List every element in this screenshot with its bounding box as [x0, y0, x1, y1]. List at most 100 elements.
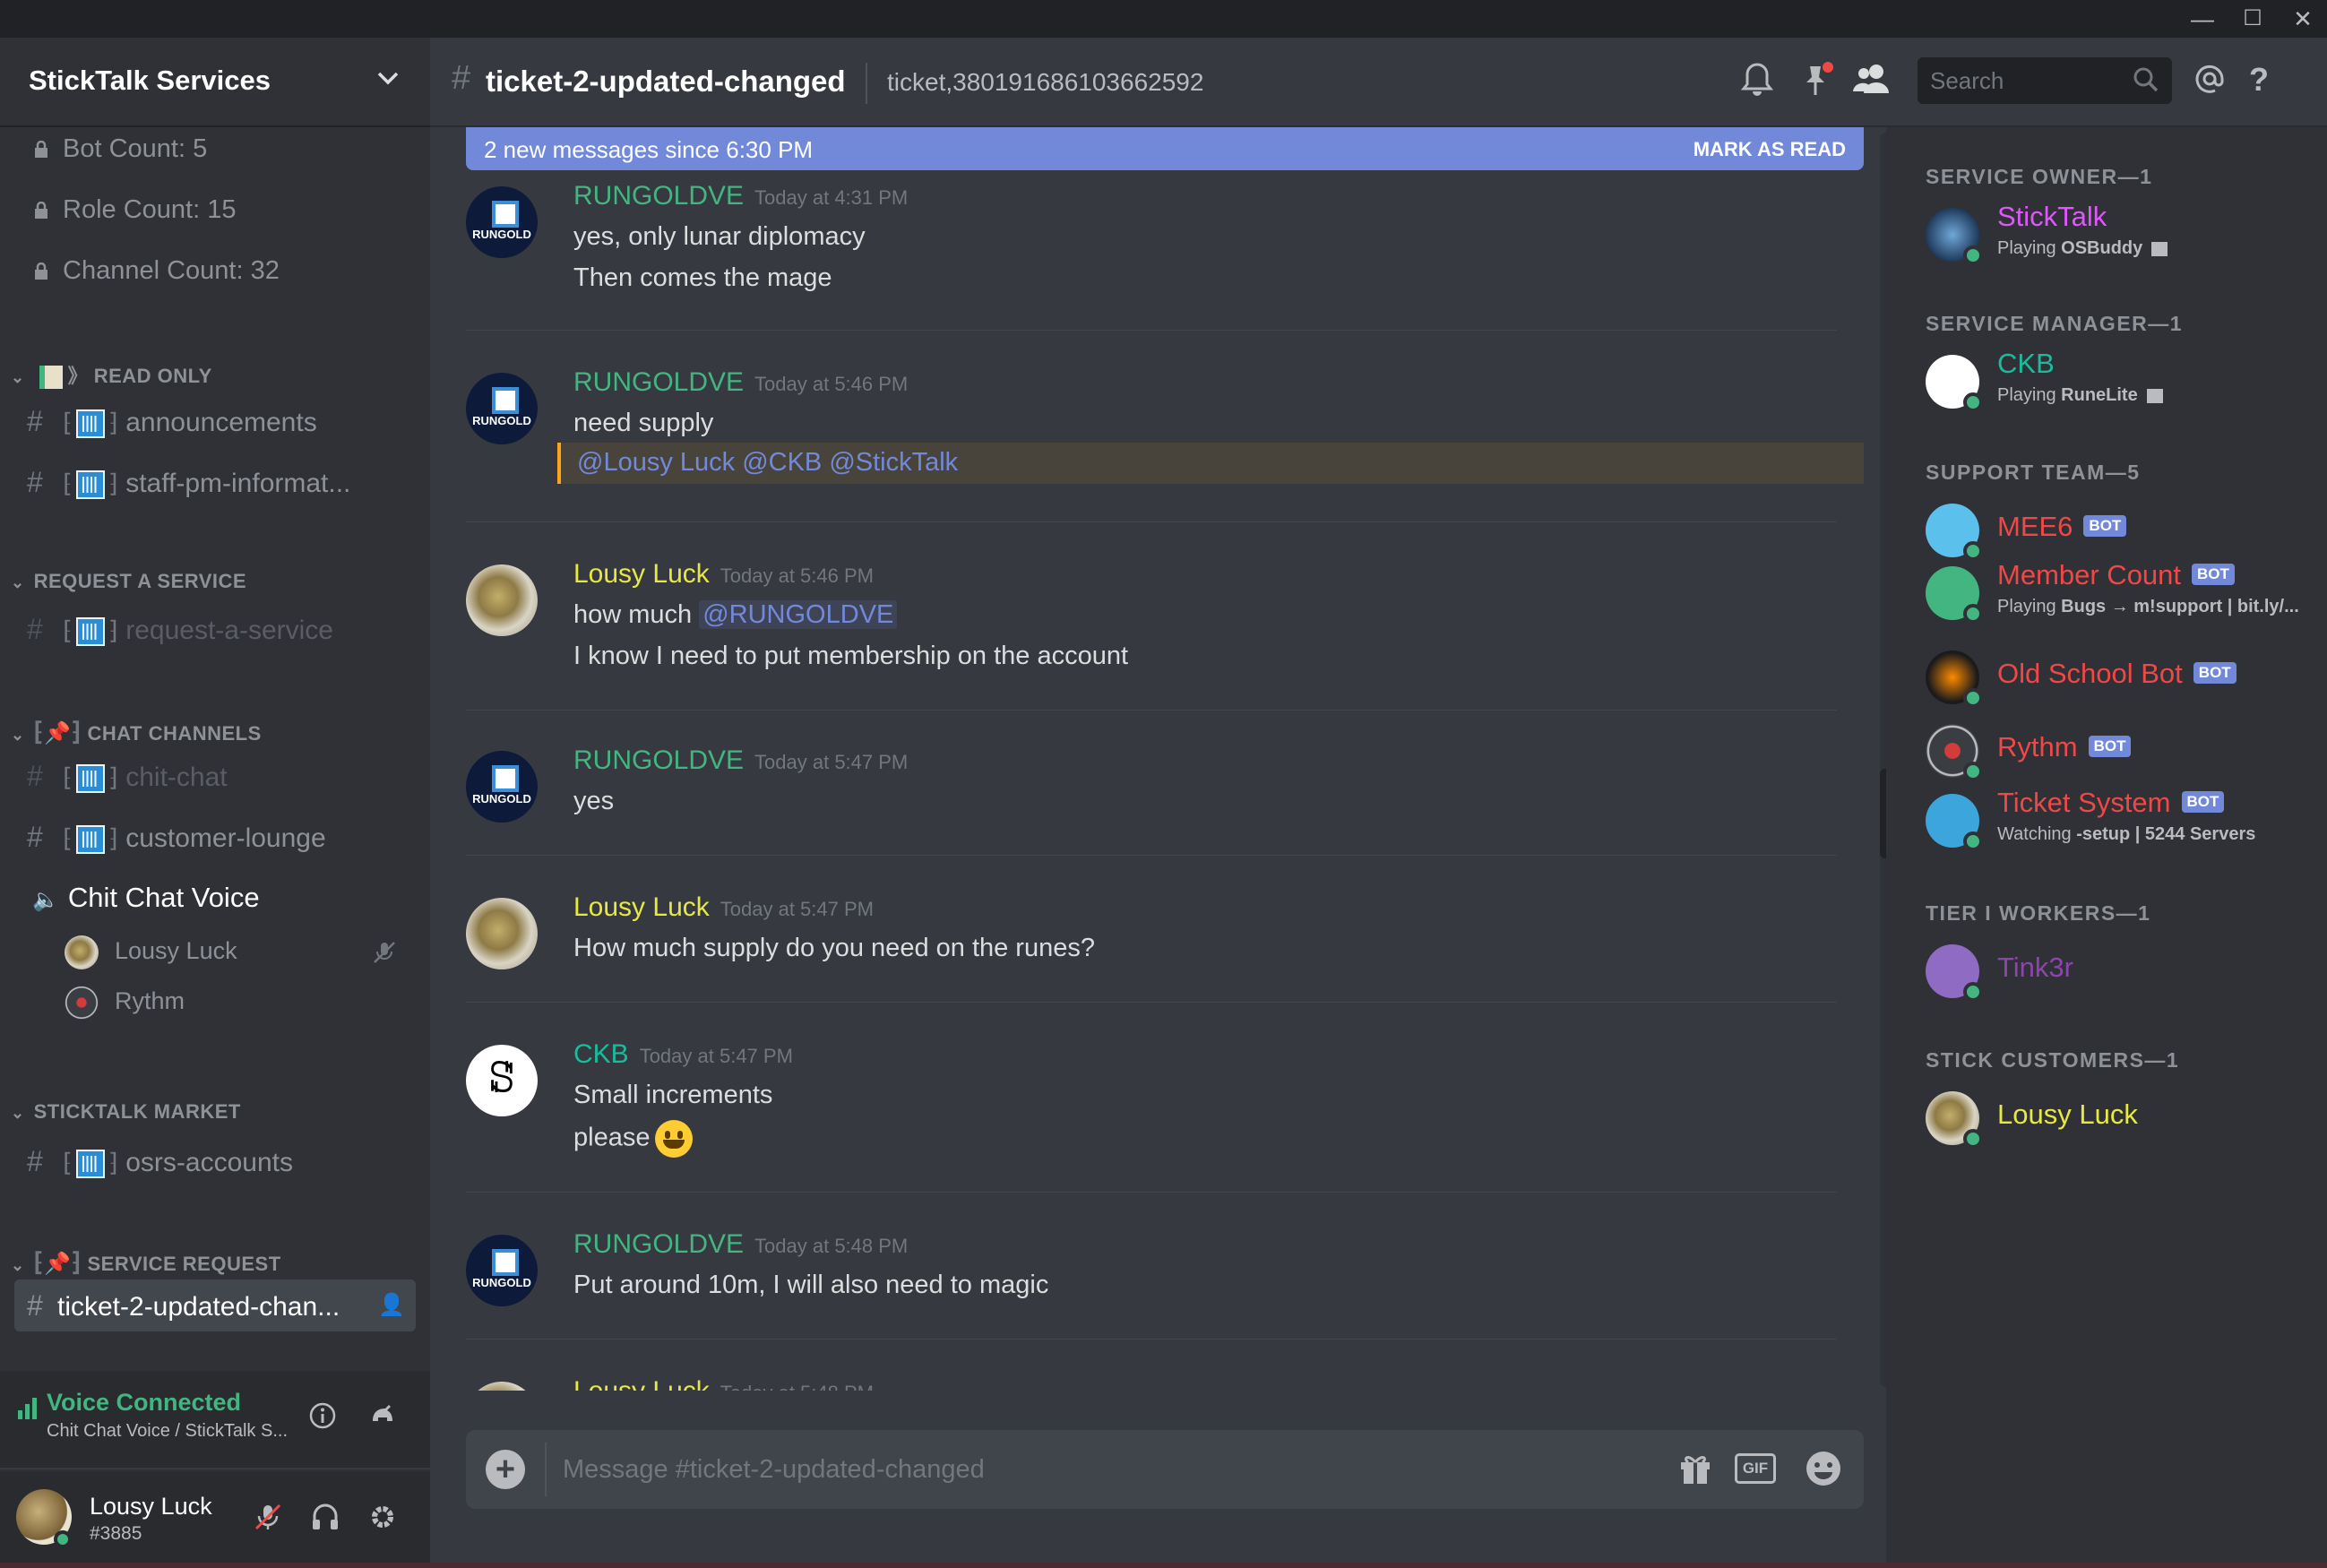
member-mee6[interactable]: MEE6 BOT	[1926, 498, 2320, 563]
member-ckb[interactable]: CKB Playing RuneLite	[1926, 348, 2320, 414]
message-text: I know I need to put membership on the a…	[573, 642, 1129, 670]
caret-down-icon: ⌄	[11, 726, 25, 744]
channel-title: ticket-2-updated-changed	[486, 65, 846, 98]
signal-icon	[18, 1396, 38, 1424]
new-messages-bar[interactable]: 2 new messages since 6:30 PM MARK AS REA…	[466, 127, 1864, 170]
member-ticket-system[interactable]: Ticket System BOT Watching -setup | 5244 …	[1926, 787, 2320, 853]
channel-topic[interactable]: ticket,380191686103662592	[887, 68, 1203, 97]
muted-microphone-icon[interactable]	[253, 1502, 283, 1539]
message-author[interactable]: Lousy Luck	[573, 892, 710, 922]
channel-ticket-2[interactable]: # ticket-2-updated-chan... 👤	[14, 1279, 416, 1331]
message-text: yes	[573, 787, 615, 815]
member-list-icon[interactable]	[1851, 61, 1892, 105]
search-box[interactable]	[1918, 57, 2172, 104]
message-author[interactable]: Lousy Luck	[573, 559, 710, 589]
role-header: STICK CUSTOMERS—1	[1926, 1048, 2180, 1072]
message-author[interactable]: CKB	[573, 1039, 629, 1069]
building-icon	[75, 470, 105, 500]
online-status-icon	[54, 1530, 72, 1548]
member-activity: Playing Bugs → m!support | bit.ly/...	[1997, 597, 2299, 616]
voice-channel-chit-chat[interactable]: 🔈 Chit Chat Voice	[32, 882, 260, 914]
server-header[interactable]: StickTalk Services	[0, 38, 430, 127]
category-request-a-service[interactable]: ⌄ REQUEST A SERVICE	[11, 570, 246, 593]
gif-button[interactable]: GIF	[1735, 1453, 1776, 1484]
bell-icon[interactable]	[1740, 61, 1774, 105]
message-author[interactable]: RUNGOLDVE	[573, 367, 744, 397]
maximize-button[interactable]: ☐	[2228, 0, 2278, 38]
disconnect-icon[interactable]	[367, 1401, 396, 1437]
voice-user-lousy-luck[interactable]: Lousy Luck	[65, 935, 237, 969]
divider	[466, 330, 1837, 331]
category-sticktalk-market[interactable]: ⌄ STICKTALK MARKET	[11, 1100, 241, 1124]
message-author[interactable]: RUNGOLDVE	[573, 745, 744, 775]
add-member-icon[interactable]: 👤	[378, 1279, 405, 1331]
channel-staff-pm[interactable]: # ⁅ ⁆ staff-pm-informat...	[27, 457, 421, 507]
minimize-button[interactable]: —	[2177, 0, 2228, 38]
emoji-picker-icon[interactable]	[1803, 1448, 1844, 1494]
locked-hash-icon: #	[27, 1289, 43, 1322]
info-icon[interactable]	[308, 1401, 337, 1437]
member-name: Lousy Luck	[1997, 1098, 2138, 1130]
category-chat-channels[interactable]: ⌄ ⁅📌⁆ CHAT CHANNELS	[11, 717, 262, 746]
member-sticktalk[interactable]: StickTalk Playing OSBuddy	[1926, 201, 2320, 267]
member-tink3r[interactable]: Tink3r	[1926, 939, 2320, 1004]
channel-customer-lounge[interactable]: # ⁅ ⁆ customer-lounge	[27, 812, 421, 862]
channel-request-a-service[interactable]: # ⁅ ⁆ request-a-service	[27, 604, 421, 654]
divider	[466, 855, 1837, 856]
building-icon	[75, 409, 105, 439]
avatar[interactable]	[466, 373, 538, 444]
message-input[interactable]	[563, 1430, 1638, 1509]
avatar[interactable]	[466, 564, 538, 636]
member-member-count[interactable]: Member Count BOT Playing Bugs → m!support…	[1926, 559, 2320, 625]
channel-osrs-accounts[interactable]: # ⁅ ⁆ osrs-accounts	[27, 1136, 421, 1186]
mentions-icon[interactable]	[2192, 61, 2228, 105]
stat-channel-count[interactable]: Channel Count: 32	[34, 256, 280, 286]
avatar[interactable]	[466, 186, 538, 258]
voice-user-rythm[interactable]: Rythm	[65, 986, 185, 1020]
message-author[interactable]: RUNGOLDVE	[573, 181, 744, 211]
member-rythm[interactable]: Rythm BOT	[1926, 719, 2320, 783]
search-input[interactable]	[1918, 57, 2115, 104]
avatar[interactable]	[466, 751, 538, 823]
voice-connected-panel: Voice Connected Chit Chat Voice / StickT…	[0, 1371, 430, 1469]
help-icon[interactable]: ?	[2249, 61, 2269, 99]
role-header: TIER I WORKERS—1	[1926, 901, 2151, 925]
server-name: StickTalk Services	[29, 65, 271, 96]
message-author[interactable]: RUNGOLDVE	[573, 1229, 744, 1259]
channel-chit-chat[interactable]: # ⁅ ⁆ chit-chat	[27, 751, 421, 801]
category-service-request[interactable]: ⌄ ⁅📌⁆ SERVICE REQUEST	[11, 1247, 281, 1277]
message-text: Small increments	[573, 1081, 773, 1109]
username: Lousy Luck	[90, 1493, 212, 1520]
gift-icon[interactable]	[1676, 1448, 1715, 1492]
bot-badge: BOT	[2083, 514, 2127, 537]
lock-icon	[34, 258, 48, 280]
mark-as-read-button[interactable]: MARK AS READ	[1694, 138, 1846, 161]
stat-bot-count[interactable]: Bot Count: 5	[34, 134, 207, 164]
avatar[interactable]	[466, 898, 538, 969]
gear-icon[interactable]	[367, 1502, 398, 1539]
member-lousy-luck[interactable]: Lousy Luck	[1926, 1086, 2320, 1150]
hash-icon: #	[27, 760, 43, 792]
category-read-only[interactable]: ⌄ 》 READ ONLY	[11, 360, 212, 390]
upload-plus-icon[interactable]: +	[486, 1450, 525, 1489]
message-author[interactable]: Lousy Luck	[573, 1376, 710, 1391]
avatar[interactable]	[466, 1045, 538, 1116]
message-timestamp: Today at 5:47 PM	[720, 898, 874, 920]
member-activity: Playing RuneLite	[1997, 385, 2163, 406]
channel-announcements[interactable]: # ⁅ ⁆ announcements	[27, 396, 421, 446]
close-button[interactable]: ✕	[2278, 0, 2327, 38]
voice-connected-channel[interactable]: Chit Chat Voice / StickTalk S...	[47, 1421, 288, 1442]
message-timestamp: Today at 5:48 PM	[720, 1382, 874, 1391]
hash-icon: #	[27, 466, 43, 498]
mention[interactable]: @RUNGOLDVE	[699, 600, 898, 629]
avatar[interactable]	[466, 1382, 538, 1391]
avatar	[65, 986, 99, 1020]
pinned-messages-icon[interactable]	[1799, 61, 1835, 107]
avatar[interactable]	[466, 1235, 538, 1306]
headphones-icon[interactable]	[310, 1502, 340, 1539]
building-icon	[75, 617, 105, 647]
stat-role-count[interactable]: Role Count: 15	[34, 195, 236, 225]
member-old-school-bot[interactable]: Old School Bot BOT	[1926, 645, 2320, 710]
mention[interactable]: @Lousy Luck @CKB @StickTalk	[573, 448, 961, 477]
role-header: SUPPORT TEAM—5	[1926, 461, 2141, 484]
